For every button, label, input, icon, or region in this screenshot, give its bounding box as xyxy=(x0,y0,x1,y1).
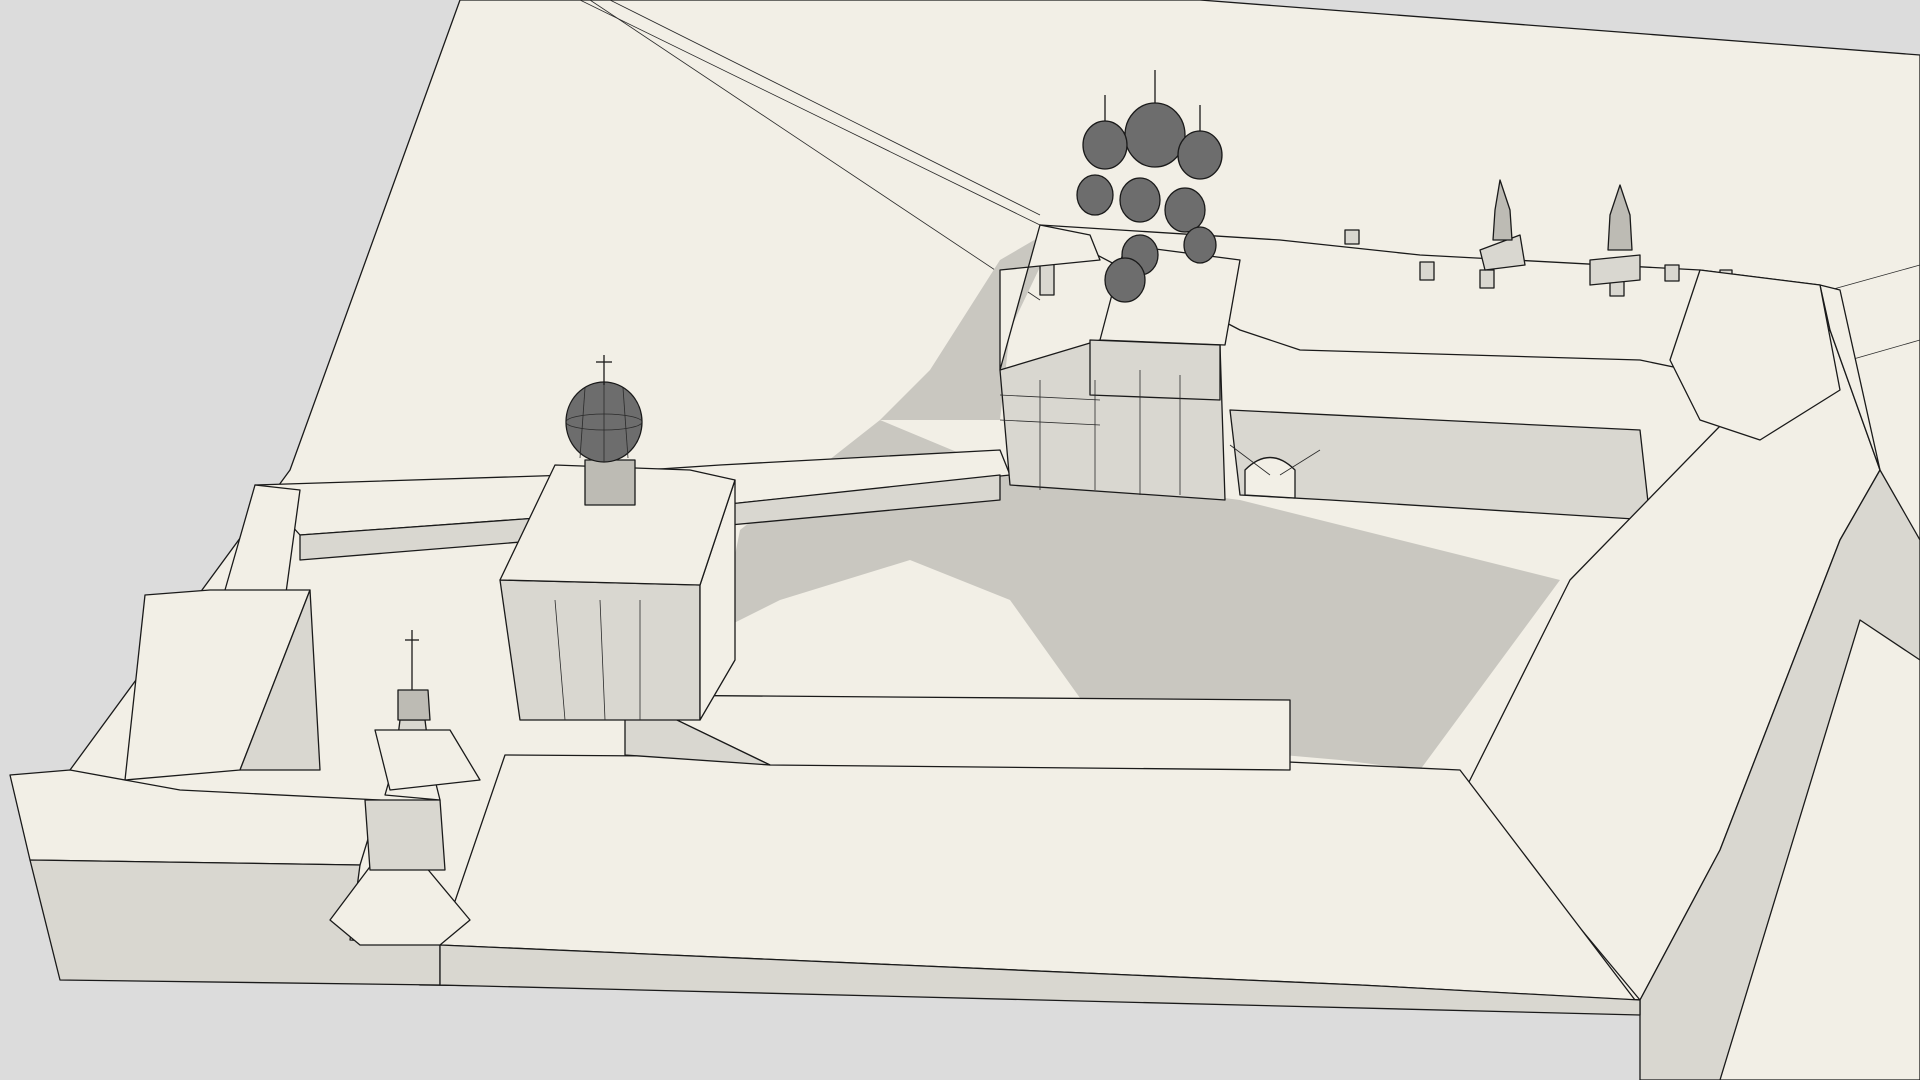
monastery-model xyxy=(0,0,1920,1080)
model-viewport[interactable] xyxy=(0,0,1920,1080)
north-gate xyxy=(1244,456,1296,499)
